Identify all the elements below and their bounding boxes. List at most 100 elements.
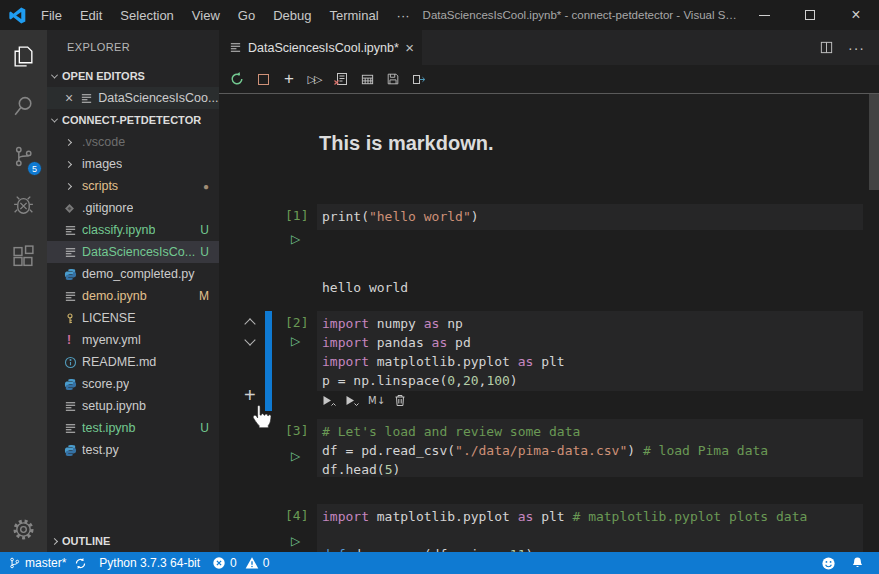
extensions-icon[interactable] — [0, 235, 47, 277]
run-cell-icon[interactable]: ▷ — [291, 449, 300, 463]
outline-section-header[interactable]: OUTLINE — [47, 530, 219, 552]
code-line[interactable]: import pandas as pd — [322, 333, 863, 352]
git-icon — [64, 203, 82, 214]
markdown-cell[interactable]: This is markdown. — [319, 132, 493, 155]
menu-go[interactable]: Go — [229, 8, 264, 23]
explorer-icon[interactable] — [0, 35, 47, 77]
move-cell-up-icon[interactable] — [246, 316, 254, 331]
convert-to-markdown-icon[interactable]: M↓ — [368, 395, 385, 406]
tab-datasciencesiscool[interactable]: DataSciencesIsCool.ipynb* × — [219, 30, 422, 65]
code-line[interactable] — [322, 526, 863, 545]
folder-.vscode[interactable]: .vscode — [47, 131, 219, 153]
open-editor-item[interactable]: × DataSciencesIsCoo... — [47, 87, 219, 109]
clear-outputs-icon[interactable] — [328, 71, 354, 87]
git-branch-item[interactable]: master* — [8, 556, 66, 570]
file-demo_completed.py[interactable]: demo_completed.py — [47, 263, 219, 285]
add-cell-icon[interactable]: + — [276, 69, 302, 89]
menu-view[interactable]: View — [183, 8, 229, 23]
search-icon[interactable] — [0, 85, 47, 127]
code-line[interactable]: import numpy as np — [322, 314, 863, 333]
close-button[interactable]: × — [833, 0, 879, 30]
restart-kernel-icon[interactable] — [224, 71, 250, 87]
python-interpreter-item[interactable]: Python 3.7.3 64-bit — [99, 556, 200, 570]
file-.gitignore[interactable]: .gitignore — [47, 197, 219, 219]
file-test.py[interactable]: test.py — [47, 439, 219, 461]
variable-explorer-icon[interactable] — [354, 72, 380, 87]
code-line[interactable]: df = pd.read_csv("./data/pima-data.csv")… — [322, 441, 863, 460]
settings-gear-icon[interactable] — [0, 508, 47, 550]
file-LICENSE[interactable]: LICENSE — [47, 307, 219, 329]
menu-selection[interactable]: Selection — [111, 8, 182, 23]
exclaim-icon: ! — [64, 333, 82, 347]
close-tab-icon[interactable]: × — [405, 39, 414, 56]
code-cell[interactable]: print("hello world") — [317, 204, 863, 230]
git-status-badge: U — [200, 245, 209, 259]
tab-label: DataSciencesIsCool.ipynb* — [248, 41, 399, 55]
code-line[interactable]: # Let's load and review some data — [322, 422, 863, 441]
code-cell[interactable]: # Let's load and review some datadf = pd… — [317, 419, 863, 477]
code-line[interactable]: print("hello world") — [322, 207, 863, 226]
code-line[interactable]: import matplotlib.pyplot as plt # matplo… — [322, 507, 863, 526]
delete-cell-icon[interactable] — [394, 394, 406, 407]
file-myenv.yml[interactable]: !myenv.yml — [47, 329, 219, 351]
folder-scripts[interactable]: scripts● — [47, 175, 219, 197]
scrollbar-thumb[interactable] — [869, 94, 879, 190]
feedback-smiley-icon[interactable] — [821, 556, 836, 571]
menu-terminal[interactable]: Terminal — [320, 8, 387, 23]
code-cell[interactable]: import matplotlib.pyplot as plt # matplo… — [317, 504, 863, 552]
file-name: README.md — [82, 355, 156, 369]
run-cell-icon[interactable]: ▷ — [291, 232, 300, 246]
file-name: score.py — [82, 377, 129, 391]
run-cell-above-icon[interactable] — [322, 395, 336, 407]
maximize-button[interactable] — [787, 0, 833, 30]
file-name: setup.ipynb — [82, 399, 146, 413]
split-editor-icon[interactable] — [819, 40, 834, 55]
file-name: classify.ipynb — [82, 223, 155, 237]
window-title: DataSciencesIsCool.ipynb* - connect-petd… — [419, 9, 741, 21]
code-line[interactable]: p = np.linspace(0,20,100) — [322, 371, 863, 390]
code-line[interactable]: df.head(5) — [322, 460, 863, 479]
sync-item[interactable] — [74, 557, 87, 570]
save-icon[interactable] — [380, 72, 406, 86]
project-section-header[interactable]: CONNECT-PETDETECTOR — [47, 109, 219, 131]
debug-icon[interactable] — [0, 185, 47, 227]
notifications-bell-icon[interactable] — [851, 556, 864, 570]
file-DataSciencesIsCo...[interactable]: DataSciencesIsCo...U — [47, 241, 219, 263]
notebook-icon — [64, 224, 82, 237]
notebook-icon — [64, 290, 82, 303]
file-score.py[interactable]: score.py — [47, 373, 219, 395]
code-cell[interactable]: import numpy as npimport pandas as pdimp… — [317, 311, 863, 391]
mouse-cursor — [249, 403, 275, 433]
export-icon[interactable] — [406, 71, 432, 87]
run-cell-below-icon[interactable] — [345, 395, 359, 407]
open-editors-header[interactable]: OPEN EDITORS — [47, 65, 219, 87]
problems-item[interactable]: 0 0 — [212, 556, 269, 570]
move-cell-down-icon[interactable] — [246, 332, 254, 347]
file-test.ipynb[interactable]: test.ipynbU — [47, 417, 219, 439]
editor-area: DataSciencesIsCool.ipynb* × ··· + ▷▷ Thi… — [219, 30, 879, 552]
file-classify.ipynb[interactable]: classify.ipynbU — [47, 219, 219, 241]
minimize-button[interactable] — [741, 0, 787, 30]
menu-debug[interactable]: Debug — [264, 8, 320, 23]
file-README.md[interactable]: README.md — [47, 351, 219, 373]
notebook-toolbar: + ▷▷ — [219, 65, 879, 94]
code-line[interactable]: def draw_corr(df, size=.11): — [322, 545, 863, 552]
folder-images[interactable]: images — [47, 153, 219, 175]
file-demo.ipynb[interactable]: demo.ipynbM — [47, 285, 219, 307]
more-actions-icon[interactable]: ··· — [848, 40, 865, 56]
git-status-badge: ● — [203, 181, 209, 192]
menu-file[interactable]: File — [32, 8, 71, 23]
run-cell-icon[interactable]: ▷ — [291, 534, 300, 548]
run-cell-icon[interactable]: ▷ — [291, 334, 300, 348]
execution-count: [3] — [285, 423, 308, 438]
menu-[interactable]: ··· — [388, 8, 419, 23]
menu-edit[interactable]: Edit — [71, 8, 111, 23]
notebook-icon — [80, 92, 93, 105]
interrupt-kernel-icon[interactable] — [250, 74, 276, 85]
cell-toolbar: M↓ — [322, 394, 406, 407]
code-line[interactable]: import matplotlib.pyplot as plt — [322, 352, 863, 371]
run-all-cells-icon[interactable]: ▷▷ — [302, 73, 328, 86]
source-control-icon[interactable]: 5 — [0, 135, 47, 177]
close-icon[interactable]: × — [65, 90, 73, 106]
file-setup.ipynb[interactable]: setup.ipynb — [47, 395, 219, 417]
